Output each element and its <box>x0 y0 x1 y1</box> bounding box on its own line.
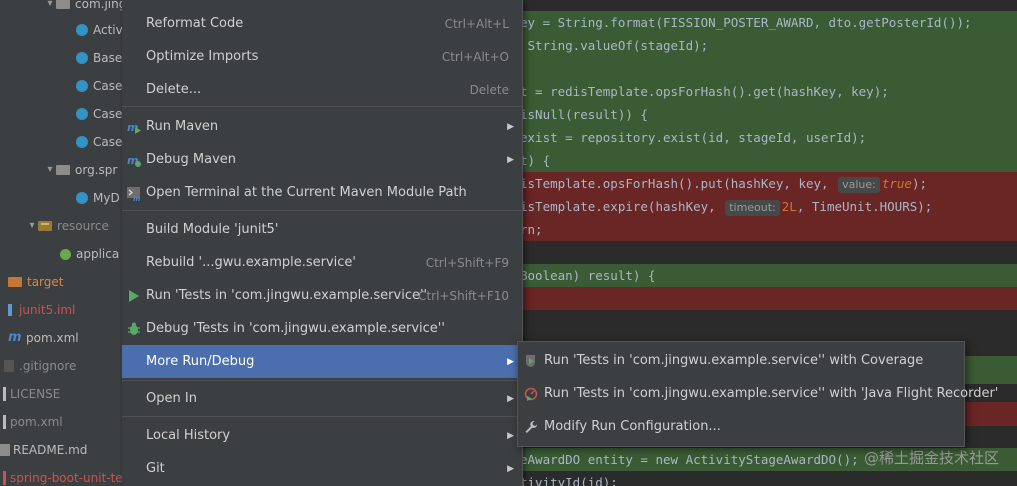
menu-separator <box>122 210 522 211</box>
package-icon <box>56 0 70 9</box>
more-run-debug-submenu[interactable]: Run 'Tests in 'com.jingwu.example.servic… <box>517 341 998 447</box>
menu-item-debug-tests[interactable]: Debug 'Tests in 'com.jingwu.example.serv… <box>122 312 522 345</box>
tree-node-file[interactable]: .gitignore <box>4 356 76 376</box>
maven-file-icon: m <box>8 330 22 345</box>
parameter-hint: timeout: <box>725 200 780 216</box>
menu-item-debug-maven[interactable]: m Debug Maven ▶ <box>122 143 522 176</box>
wrench-icon <box>518 420 544 434</box>
project-tree[interactable]: ▾ com.jingwu Activ Base Case Case Case ▾… <box>0 0 122 486</box>
tree-node-package[interactable]: ▾ com.jingwu <box>44 0 122 14</box>
module-file-icon <box>8 304 12 316</box>
class-icon <box>76 192 88 204</box>
watermark: @稀土掘金技术社区 <box>863 449 999 467</box>
menu-item-run-tests[interactable]: Run 'Tests in 'com.jingwu.example.servic… <box>122 279 522 312</box>
submenu-item-modify-run-config[interactable]: Modify Run Configuration... <box>518 410 964 443</box>
menu-item-optimize-imports[interactable]: Optimize Imports Ctrl+Alt+O <box>122 40 522 73</box>
chevron-down-icon[interactable]: ▾ <box>26 216 38 236</box>
submenu-arrow-icon: ▶ <box>507 121 514 132</box>
maven-debug-icon: m <box>122 152 146 168</box>
tree-node-class[interactable]: Activ <box>76 20 122 40</box>
debug-icon <box>122 322 146 336</box>
tree-node-file[interactable]: applica <box>60 244 119 264</box>
spring-config-icon <box>60 248 71 260</box>
package-icon <box>56 165 70 175</box>
library-icon <box>3 471 6 485</box>
chevron-down-icon[interactable]: ▾ <box>44 0 56 14</box>
tree-node-class[interactable]: Case <box>76 104 122 124</box>
menu-item-local-history[interactable]: Local History ▶ <box>122 419 522 452</box>
file-icon <box>3 415 6 429</box>
menu-item-run-maven[interactable]: m Run Maven ▶ <box>122 110 522 143</box>
tree-node-resources[interactable]: ▾ resource <box>26 216 108 236</box>
menu-separator <box>122 380 522 381</box>
chevron-down-icon[interactable]: ▾ <box>44 160 56 180</box>
class-icon <box>76 52 88 64</box>
tree-node-target[interactable]: target <box>8 272 64 292</box>
profiler-icon <box>518 387 544 401</box>
context-menu[interactable]: Reformat Code Ctrl+Alt+L Optimize Import… <box>122 0 523 486</box>
tree-node-file[interactable]: junit5.iml <box>4 300 75 320</box>
markdown-icon <box>0 444 10 456</box>
tree-node-file[interactable]: README.md <box>0 440 87 460</box>
menu-separator <box>122 416 522 417</box>
menu-item-rebuild[interactable]: Rebuild '...gwu.example.service' Ctrl+Sh… <box>122 246 522 279</box>
svg-text:m: m <box>133 195 140 201</box>
menu-item-more-run-debug[interactable]: More Run/Debug ▶ <box>122 345 522 378</box>
class-icon <box>76 136 88 148</box>
file-icon <box>4 360 14 372</box>
folder-icon <box>8 277 22 287</box>
tree-node-class[interactable]: MyD <box>76 188 120 208</box>
submenu-item-run-with-coverage[interactable]: Run 'Tests in 'com.jingwu.example.servic… <box>518 344 964 377</box>
submenu-arrow-icon: ▶ <box>507 393 514 404</box>
menu-item-open-terminal[interactable]: m Open Terminal at the Current Maven Mod… <box>122 176 522 209</box>
run-icon <box>122 289 146 302</box>
class-icon <box>76 80 88 92</box>
maven-run-icon: m <box>122 119 146 135</box>
menu-separator <box>122 106 522 107</box>
tree-node-file[interactable]: pom.xml <box>0 412 63 432</box>
coverage-icon <box>518 354 544 368</box>
menu-item-build-module[interactable]: Build Module 'junit5' <box>122 213 522 246</box>
tree-node-file[interactable]: LICENSE <box>0 384 60 404</box>
menu-item-git[interactable]: Git ▶ <box>122 452 522 485</box>
submenu-arrow-icon: ▶ <box>507 430 514 441</box>
file-icon <box>3 387 6 401</box>
menu-item-open-in[interactable]: Open In ▶ <box>122 382 522 415</box>
tree-node-file[interactable]: m pom.xml <box>8 328 79 348</box>
terminal-icon: m <box>122 185 146 201</box>
tree-node-package[interactable]: ▾ org.spr <box>44 160 117 180</box>
submenu-arrow-icon: ▶ <box>507 356 514 367</box>
class-icon <box>76 24 88 36</box>
parameter-hint: value: <box>838 177 880 193</box>
menu-item-delete[interactable]: Delete... Delete <box>122 73 522 106</box>
submenu-item-run-with-jfr[interactable]: Run 'Tests in 'com.jingwu.example.servic… <box>518 377 998 410</box>
submenu-arrow-icon: ▶ <box>507 463 514 474</box>
tree-node-external[interactable]: spring-boot-unit-te <box>0 468 122 486</box>
class-icon <box>76 108 88 120</box>
resources-folder-icon <box>38 221 52 231</box>
menu-item-reformat-code[interactable]: Reformat Code Ctrl+Alt+L <box>122 7 522 40</box>
submenu-arrow-icon: ▶ <box>507 154 514 165</box>
tree-node-class[interactable]: Case <box>76 76 122 96</box>
tree-node-class[interactable]: Case <box>76 132 122 152</box>
tree-node-class[interactable]: Base <box>76 48 122 68</box>
